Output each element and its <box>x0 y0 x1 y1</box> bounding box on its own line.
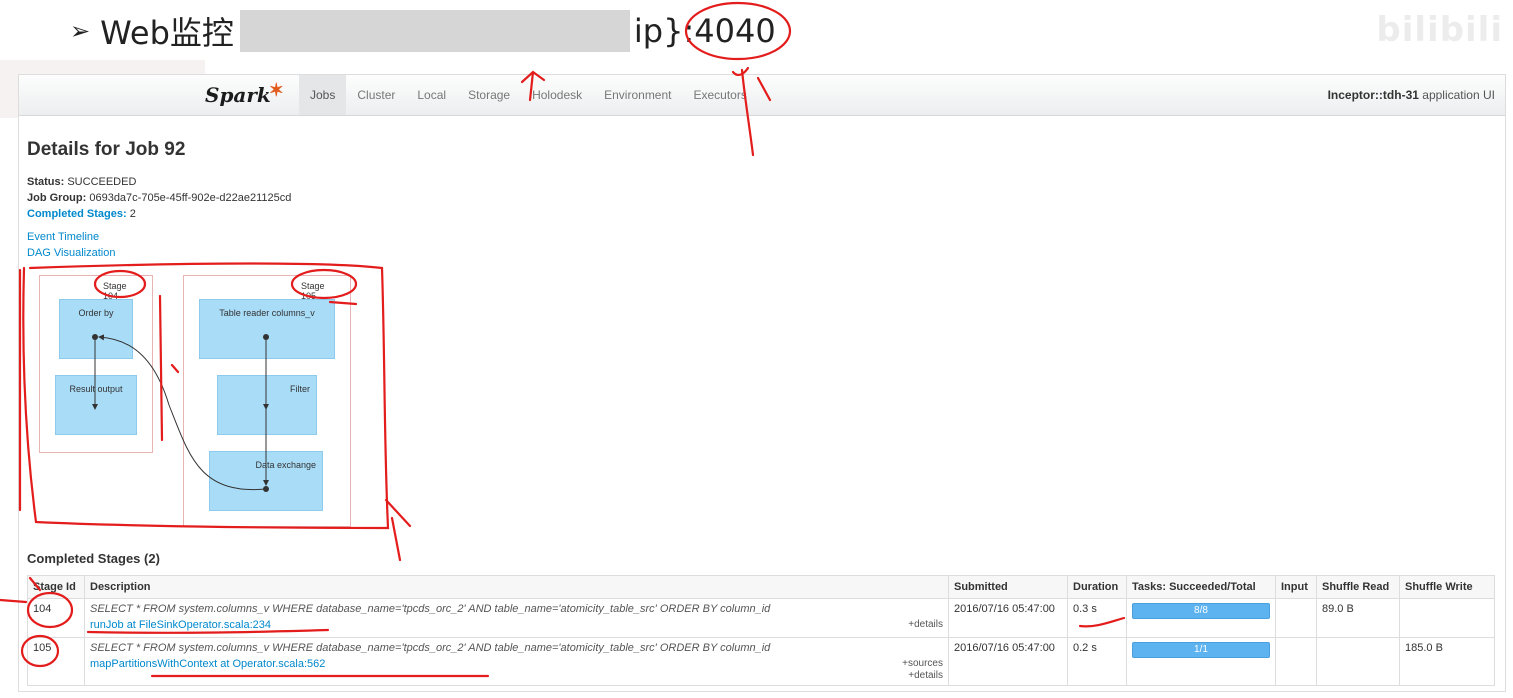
table-header-row: Stage Id Description Submitted Duration … <box>27 575 1495 599</box>
spark-star-icon: ✶ <box>268 80 284 101</box>
details-toggle[interactable]: +details <box>908 619 943 631</box>
stage-id-cell[interactable]: 105 <box>27 637 85 686</box>
col-tasks[interactable]: Tasks: Succeeded/Total <box>1126 575 1276 599</box>
event-timeline-link[interactable]: Event Timeline <box>27 231 99 243</box>
application-name: Inceptor::tdh-31 application UI <box>1328 75 1495 115</box>
description-cell: SELECT * FROM system.columns_v WHERE dat… <box>84 598 949 638</box>
tab-environment[interactable]: Environment <box>593 75 682 115</box>
completed-stages-table: Stage Id Description Submitted Duration … <box>27 575 1495 686</box>
submitted-cell: 2016/07/16 05:47:00 <box>948 598 1068 638</box>
dag-edge-exchange-to-order <box>98 334 269 492</box>
job-group-value: 0693da7c-705e-45ff-902e-d22ae21125cd <box>89 192 292 204</box>
dag-edge-reader-to-filter <box>263 334 269 410</box>
description-cell: SELECT * FROM system.columns_v WHERE dat… <box>84 637 949 686</box>
col-shuffle-read[interactable]: Shuffle Read <box>1316 575 1400 599</box>
shuffle-read-cell: 89.0 B <box>1316 598 1400 638</box>
col-input[interactable]: Input <box>1275 575 1317 599</box>
job-status: Status: SUCCEEDED <box>27 176 136 188</box>
duration-cell: 0.2 s <box>1067 637 1127 686</box>
tasks-progress-bar: 8/8 <box>1132 603 1270 619</box>
bullet-arrow-icon: ➢ <box>70 17 91 45</box>
status-label: Status: <box>27 176 65 188</box>
tab-local[interactable]: Local <box>406 75 457 115</box>
completed-stages-heading: Completed Stages (2) <box>27 551 160 566</box>
query-text: SELECT * FROM system.columns_v WHERE dat… <box>90 642 771 654</box>
details-toggle[interactable]: +details <box>90 670 943 681</box>
col-submitted[interactable]: Submitted <box>948 575 1068 599</box>
application-name-rest: application UI <box>1422 88 1495 102</box>
nav-tabs: Jobs Cluster Local Storage Holodesk Envi… <box>299 75 758 115</box>
tab-cluster[interactable]: Cluster <box>346 75 406 115</box>
col-stage-id[interactable]: Stage Id <box>27 575 85 599</box>
redacted-block <box>239 10 630 52</box>
sources-toggle[interactable]: +sources <box>902 658 943 670</box>
completed-stages-link[interactable]: Completed Stages: <box>27 208 127 220</box>
table-row: 105 SELECT * FROM system.columns_v WHERE… <box>27 637 1495 686</box>
tasks-cell: 1/1 <box>1126 637 1276 686</box>
dag-edge-order-to-result <box>92 334 98 410</box>
stage-id-cell[interactable]: 104 <box>27 598 85 638</box>
completed-stages-summary[interactable]: Completed Stages: 2 <box>27 208 136 220</box>
navbar: Spark✶ Jobs Cluster Local Storage Holode… <box>19 75 1505 116</box>
spark-ui-window: Spark✶ Jobs Cluster Local Storage Holode… <box>18 74 1506 692</box>
col-shuffle-write[interactable]: Shuffle Write <box>1399 575 1495 599</box>
shuffle-write-cell <box>1399 598 1495 638</box>
tasks-progress-bar: 1/1 <box>1132 642 1270 658</box>
submitted-cell: 2016/07/16 05:47:00 <box>948 637 1068 686</box>
query-text: SELECT * FROM system.columns_v WHERE dat… <box>90 603 771 615</box>
tab-holodesk[interactable]: Holodesk <box>521 75 593 115</box>
tab-storage[interactable]: Storage <box>457 75 521 115</box>
completed-stages-count: 2 <box>129 208 136 220</box>
shuffle-write-cell: 185.0 B <box>1399 637 1495 686</box>
job-group-label: Job Group: <box>27 192 87 204</box>
tab-executors[interactable]: Executors <box>683 75 758 115</box>
spark-logo-text: Spark <box>205 83 271 107</box>
duration-cell: 0.3 s <box>1067 598 1127 638</box>
input-cell <box>1275 637 1317 686</box>
slide-title: ➢ Web监控 ip}:4040 <box>70 8 776 54</box>
status-value: SUCCEEDED <box>67 176 137 188</box>
shuffle-read-cell <box>1316 637 1400 686</box>
input-cell <box>1275 598 1317 638</box>
tasks-cell: 8/8 <box>1126 598 1276 638</box>
stage-link[interactable]: runJob at FileSinkOperator.scala:234 <box>90 619 271 631</box>
page-title: Details for Job 92 <box>27 139 186 160</box>
spark-logo[interactable]: Spark✶ <box>205 80 286 107</box>
application-name-bold: Inceptor::tdh-31 <box>1327 88 1419 102</box>
watermark-logo: bilibili <box>1376 10 1503 50</box>
slide-title-suffix: ip}:4040 <box>633 12 776 50</box>
stage-link[interactable]: mapPartitionsWithContext at Operator.sca… <box>90 658 325 670</box>
col-duration[interactable]: Duration <box>1067 575 1127 599</box>
slide-title-prefix: Web监控 <box>100 14 234 52</box>
col-description[interactable]: Description <box>84 575 949 599</box>
job-group: Job Group: 0693da7c-705e-45ff-902e-d22ae… <box>27 192 291 204</box>
tab-jobs[interactable]: Jobs <box>299 75 347 115</box>
table-row: 104 SELECT * FROM system.columns_v WHERE… <box>27 598 1495 638</box>
dag-edges <box>92 334 269 492</box>
